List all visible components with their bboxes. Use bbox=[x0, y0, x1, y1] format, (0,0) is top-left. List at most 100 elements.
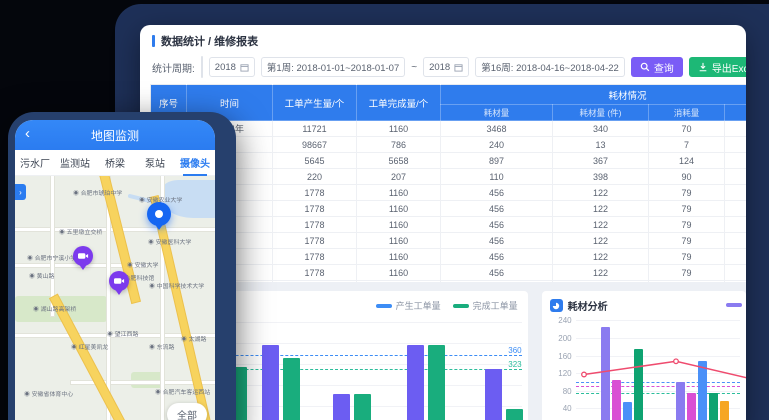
table-cell: 122 bbox=[553, 217, 649, 233]
map-label: ◉ 太湖路 bbox=[181, 335, 206, 344]
table-cell: 90 bbox=[649, 169, 725, 185]
table-cell: 367 bbox=[553, 153, 649, 169]
bar-产生工单量 bbox=[407, 345, 424, 420]
legend-item: 产生工单量 bbox=[376, 299, 441, 312]
sub-header-4: 余量 bbox=[725, 105, 747, 121]
table-cell: 19 bbox=[725, 169, 747, 185]
year-from-select[interactable]: 2018 bbox=[209, 57, 255, 77]
table-cell: 456 bbox=[441, 217, 553, 233]
map-label: ◉ 东流路 bbox=[149, 343, 174, 352]
range-separator: ~ bbox=[411, 62, 417, 73]
back-icon[interactable]: ‹ bbox=[25, 124, 30, 144]
bar-完成工单量 bbox=[354, 394, 371, 420]
phone-tab-污水厂[interactable]: 污水厂 bbox=[15, 155, 55, 170]
table-cell: 1160 bbox=[357, 121, 441, 137]
table-cell: 1160 bbox=[357, 265, 441, 281]
table-cell: 67 bbox=[725, 217, 747, 233]
table-row: 42202071103989019 bbox=[151, 169, 747, 185]
bar-产生工单量 bbox=[485, 369, 502, 420]
table-row: 5177811604561227967 bbox=[151, 185, 747, 201]
table-cell: 124 bbox=[649, 153, 725, 169]
phone-tab-摄像头[interactable]: 摄像头 bbox=[175, 155, 215, 170]
table-row: 10177811604561227967 bbox=[151, 265, 747, 281]
sub-header-2: 耗材量 (件) bbox=[553, 105, 649, 121]
phone-tab-桥梁[interactable]: 桥梁 bbox=[95, 155, 135, 170]
map-label: ◉ 合肥市宁溪小学 bbox=[27, 254, 76, 263]
bar-完成工单量 bbox=[283, 358, 300, 420]
table-cell: 67 bbox=[725, 185, 747, 201]
y-axis-tick: 240 bbox=[548, 316, 572, 325]
phone-tab-监测站[interactable]: 监测站 bbox=[55, 155, 95, 170]
table-row: 8177811604561227967 bbox=[151, 233, 747, 249]
show-all-button[interactable]: 全部 bbox=[167, 403, 207, 420]
consumables-chart-title-row: 耗材分析 bbox=[542, 291, 746, 313]
table-cell: 456 bbox=[441, 201, 553, 217]
breadcrumb-text: 数据统计 / 维修报表 bbox=[161, 33, 258, 49]
table-cell: 67 bbox=[725, 201, 747, 217]
map-canvas[interactable]: ◉ 合肥市琥珀中学◉ 安徽农业大学◉ 五里墩立交桥◉ 安徽医科大学◉ 合肥市宁溪… bbox=[15, 176, 215, 420]
phone-title: 地图监测 bbox=[91, 127, 139, 144]
map-label: ◉ 合肥市琥珀中学 bbox=[73, 189, 122, 198]
screenshot-stage: 数据统计 / 维修报表 统计周期: 年季月周日 2018 第1周: 2018-0… bbox=[0, 0, 769, 420]
export-excel-button[interactable]: 导出Excel bbox=[689, 57, 746, 77]
table-cell: 340 bbox=[553, 121, 649, 137]
map-label: ◉ 黄山路 bbox=[29, 272, 54, 281]
map-label: ◉ 五里墩立交桥 bbox=[59, 228, 102, 237]
map-road bbox=[51, 176, 54, 316]
table-cell: 456 bbox=[441, 185, 553, 201]
week-from-input[interactable]: 第1周: 2018-01-01~2018-01-07 bbox=[261, 57, 405, 77]
bar-完成工单量 bbox=[506, 409, 523, 420]
map-label: ◉ 合肥汽车客运西站 bbox=[155, 388, 210, 397]
table-cell: 220 bbox=[273, 169, 357, 185]
table-cell: 98667 bbox=[273, 137, 357, 153]
camera-marker-icon[interactable] bbox=[109, 271, 129, 291]
search-icon bbox=[640, 62, 650, 72]
map-label: ◉ 湖山路高架桥 bbox=[33, 305, 76, 314]
table-row: 298667786240137690 bbox=[151, 137, 747, 153]
table-cell: 456 bbox=[441, 249, 553, 265]
col-header-completed: 工单完成量/个 bbox=[357, 85, 441, 121]
table-cell: 1160 bbox=[357, 201, 441, 217]
table-cell: 70 bbox=[649, 121, 725, 137]
breadcrumb: 数据统计 / 维修报表 bbox=[140, 25, 746, 51]
table-cell: 5658 bbox=[357, 153, 441, 169]
bar-产生工单量 bbox=[333, 394, 350, 420]
table-cell: 122 bbox=[553, 265, 649, 281]
y-axis-tick: 40 bbox=[548, 404, 572, 413]
sub-header-3: 消耗量 bbox=[649, 105, 725, 121]
breadcrumb-accent-bar bbox=[152, 35, 155, 47]
week-to-input[interactable]: 第16周: 2018-04-16~2018-04-22 bbox=[475, 57, 625, 77]
table-cell: 122 bbox=[553, 233, 649, 249]
query-button[interactable]: 查询 bbox=[631, 57, 683, 77]
col-header-consumables-group: 耗材情况 bbox=[441, 85, 747, 105]
workorder-chart-legend: 产生工单量完成工单量 bbox=[376, 299, 518, 312]
y-axis-tick: 200 bbox=[548, 334, 572, 343]
table-cell: 456 bbox=[441, 265, 553, 281]
table-cell: 67 bbox=[725, 265, 747, 281]
camera-marker-icon[interactable] bbox=[73, 246, 93, 266]
consumables-chart-title: 耗材分析 bbox=[568, 298, 608, 313]
phone-screen: ‹ 地图监测 污水厂监测站桥梁泵站摄像头 ◉ 合肥市琥珀中 bbox=[15, 120, 215, 420]
chart-icon bbox=[550, 299, 563, 312]
period-option-年[interactable]: 年 bbox=[202, 57, 203, 77]
phone-tab-泵站[interactable]: 泵站 bbox=[135, 155, 175, 170]
table-cell: 1778 bbox=[273, 249, 357, 265]
y-axis-tick: 120 bbox=[548, 369, 572, 378]
table-cell: 79 bbox=[649, 249, 725, 265]
table-cell: 1778 bbox=[273, 185, 357, 201]
year-to-select[interactable]: 2018 bbox=[423, 57, 469, 77]
table-cell: 79 bbox=[649, 217, 725, 233]
y-axis-tick: 160 bbox=[548, 352, 572, 361]
table-cell: 1778 bbox=[273, 217, 357, 233]
table-cell: 3468 bbox=[441, 121, 553, 137]
bar-产生工单量 bbox=[262, 345, 279, 420]
table-cell: 79 bbox=[649, 185, 725, 201]
table-cell: 122 bbox=[553, 249, 649, 265]
sub-header-1: 耗材量 bbox=[441, 105, 553, 121]
table-cell: 129 bbox=[725, 153, 747, 169]
selected-camera-marker[interactable] bbox=[147, 202, 171, 226]
panel-expander-button[interactable]: › bbox=[15, 184, 26, 200]
calendar-icon bbox=[454, 63, 463, 72]
table-cell: 79 bbox=[649, 265, 725, 281]
table-cell: 897 bbox=[441, 153, 553, 169]
